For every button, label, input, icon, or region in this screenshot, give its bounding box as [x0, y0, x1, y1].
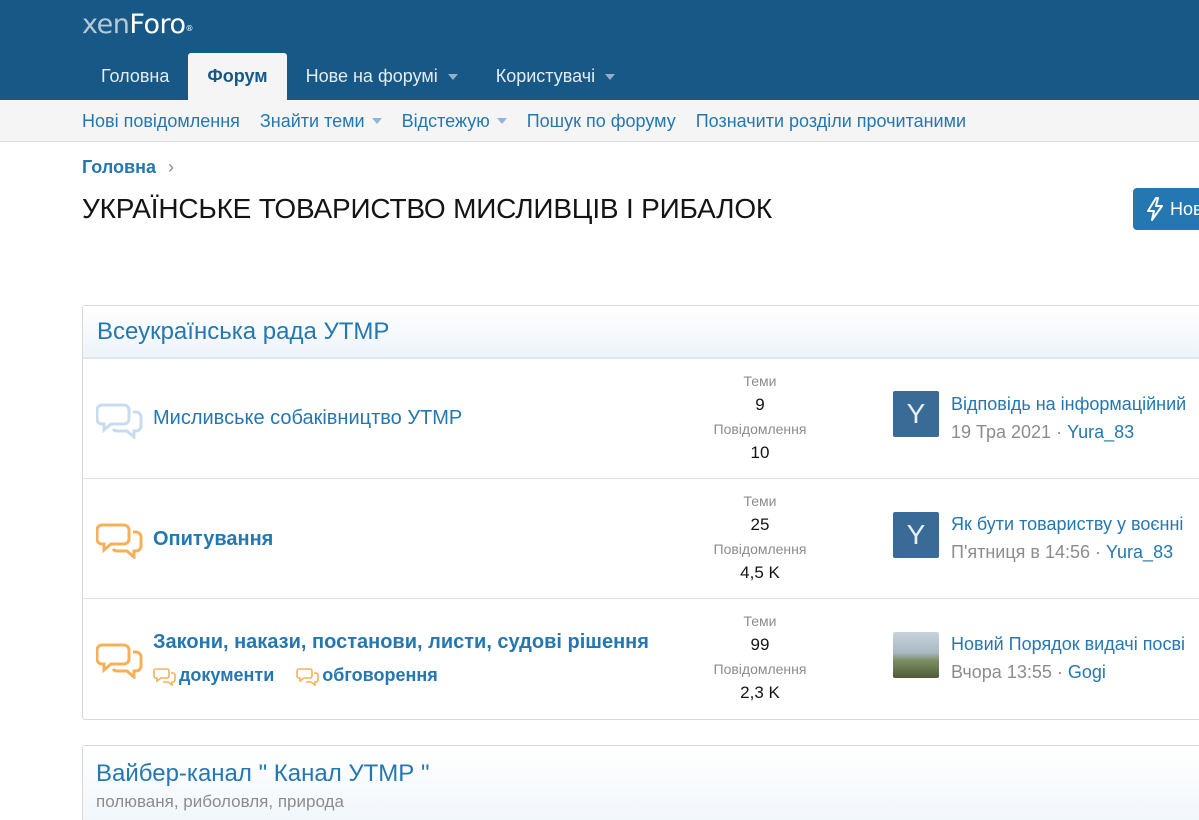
category-title-text: Всеукраїнська рада УТМР — [97, 317, 390, 345]
breadcrumb: Головна › — [82, 157, 174, 178]
subnav-label: Відстежую — [401, 110, 490, 131]
category-block: Вайбер-канал " Канал УТМР " полюваня, ри… — [82, 745, 1199, 820]
last-post-meta: Вчора 13:55 · Gogi — [951, 662, 1106, 682]
last-post-date[interactable]: П'ятниця в 14:56 — [951, 542, 1090, 562]
messages-label: Повідомлення — [713, 661, 807, 677]
chevron-down-icon[interactable] — [447, 73, 458, 80]
category-title[interactable]: Всеукраїнська рада УТМР — [83, 306, 1199, 358]
sub-forum-list: документи обговорення — [153, 665, 460, 686]
page-title: УКРАЇНСЬКЕ ТОВАРИСТВО МИСЛИВЦІВ І РИБАЛО… — [82, 193, 773, 224]
logo-registered-mark: ® — [185, 24, 194, 33]
nav-tab-label: Користувачі — [495, 66, 596, 86]
subnav-mark-read[interactable]: Позначити розділи прочитаними — [696, 111, 966, 132]
bolt-icon — [1147, 197, 1163, 221]
sub-forum-documents[interactable]: документи — [153, 665, 274, 686]
subnav-label: Нові повідомлення — [82, 110, 240, 131]
main-nav: Головна Форум Нове на форумі Користувачі — [82, 53, 634, 100]
chevron-down-icon[interactable] — [496, 118, 507, 124]
subnav-label: Знайти теми — [259, 110, 365, 131]
avatar-letter: Y — [906, 398, 926, 429]
nav-tab-label: Головна — [101, 66, 170, 86]
messages-label: Повідомлення — [713, 421, 807, 437]
messages-label: Повідомлення — [713, 541, 807, 557]
forum-stats: Теми 99 Повідомлення 2,3 K — [703, 612, 817, 708]
forum-node: Мисливське собаківництво УТМР Теми 9 Пов… — [83, 358, 1199, 478]
nav-tab-members[interactable]: Користувачі — [477, 53, 634, 100]
nav-tab-whats-new[interactable]: Нове на форумі — [287, 53, 477, 100]
forum-node: Закони, накази, постанови, листи, судові… — [83, 598, 1199, 718]
forum-node-title[interactable]: Мисливське собаківництво УТМР — [153, 407, 462, 430]
subnav-label: Пошук по форуму — [526, 110, 676, 131]
chevron-right-icon: › — [168, 157, 174, 177]
sub-nav: Нові повідомлення Знайти теми Відстежую … — [0, 100, 1199, 142]
breadcrumb-home[interactable]: Головна — [82, 157, 156, 178]
last-post-title[interactable]: Відповідь на інформаційний — [951, 394, 1186, 415]
forum-stats: Теми 9 Повідомлення 10 — [703, 372, 817, 468]
messages-count: 4,5 K — [740, 563, 780, 582]
forum-node-title[interactable]: Опитування — [153, 528, 273, 551]
subnav-watched[interactable]: Відстежую — [402, 111, 507, 132]
last-post-user[interactable]: Gogi — [1068, 662, 1106, 682]
last-post-title[interactable]: Новий Порядок видачі посві — [951, 634, 1185, 655]
subnav-label: Позначити розділи прочитаними — [695, 110, 967, 131]
nav-tab-label: Форум — [207, 66, 268, 86]
messages-count: 10 — [750, 443, 770, 462]
forum-node-title[interactable]: Закони, накази, постанови, листи, судові… — [153, 631, 649, 654]
chevron-down-icon[interactable] — [371, 118, 382, 124]
avatar[interactable]: Y — [893, 391, 939, 437]
new-posts-button-label: Нов — [1170, 198, 1199, 219]
subnav-find-threads[interactable]: Знайти теми — [260, 111, 382, 132]
threads-count: 25 — [750, 515, 770, 534]
last-post-meta: 19 Тра 2021 · Yura_83 — [951, 422, 1135, 442]
last-post-date[interactable]: Вчора 13:55 — [951, 662, 1052, 682]
category-description: полюваня, риболовля, природа — [96, 792, 344, 811]
threads-label: Теми — [743, 373, 777, 389]
subnav-new-posts[interactable]: Нові повідомлення — [82, 111, 240, 132]
nav-tab-label: Нове на форумі — [305, 66, 438, 86]
xenforo-logo[interactable]: xenForo® — [82, 10, 193, 40]
forum-read-icon — [96, 403, 143, 439]
nav-tab-home[interactable]: Головна — [82, 53, 188, 100]
sub-forum-discussions[interactable]: обговорення — [296, 665, 438, 686]
last-post-date[interactable]: 19 Тра 2021 — [951, 422, 1051, 442]
last-post-title[interactable]: Як бути товариству у воєнні — [951, 514, 1183, 535]
last-post-user[interactable]: Yura_83 — [1067, 422, 1134, 442]
avatar-letter: Y — [906, 519, 926, 550]
avatar[interactable] — [893, 632, 939, 678]
threads-label: Теми — [743, 613, 777, 629]
category-block: Всеукраїнська рада УТМР Мисливське собак… — [82, 305, 1199, 720]
sub-forum-label: обговорення — [322, 665, 438, 685]
chevron-down-icon[interactable] — [605, 73, 616, 80]
threads-count: 9 — [755, 395, 765, 414]
site-header: xenForo® Головна Форум Нове на форумі Ко… — [0, 0, 1199, 100]
sub-forum-icon — [296, 667, 320, 686]
threads-label: Теми — [743, 493, 777, 509]
threads-count: 99 — [750, 635, 770, 654]
new-posts-button[interactable]: Нов — [1133, 188, 1199, 230]
sub-forum-icon — [153, 667, 176, 686]
forum-stats: Теми 25 Повідомлення 4,5 K — [703, 492, 817, 588]
avatar[interactable]: Y — [893, 512, 939, 558]
nav-tab-forum[interactable]: Форум — [188, 53, 287, 100]
forum-unread-icon — [96, 643, 143, 679]
category-title[interactable]: Вайбер-канал " Канал УТМР " — [96, 760, 1198, 788]
logo-text-accent: Foro — [129, 9, 186, 40]
messages-count: 2,3 K — [740, 683, 780, 702]
logo-text-main: xen — [82, 9, 130, 40]
last-post-meta: П'ятниця в 14:56 · Yura_83 — [951, 542, 1174, 562]
last-post-user[interactable]: Yura_83 — [1106, 542, 1173, 562]
sub-forum-label: документи — [179, 665, 275, 685]
forum-unread-icon — [96, 523, 143, 559]
forum-node: Опитування Теми 25 Повідомлення 4,5 K Y … — [83, 478, 1199, 598]
subnav-search-forums[interactable]: Пошук по форуму — [527, 111, 676, 132]
